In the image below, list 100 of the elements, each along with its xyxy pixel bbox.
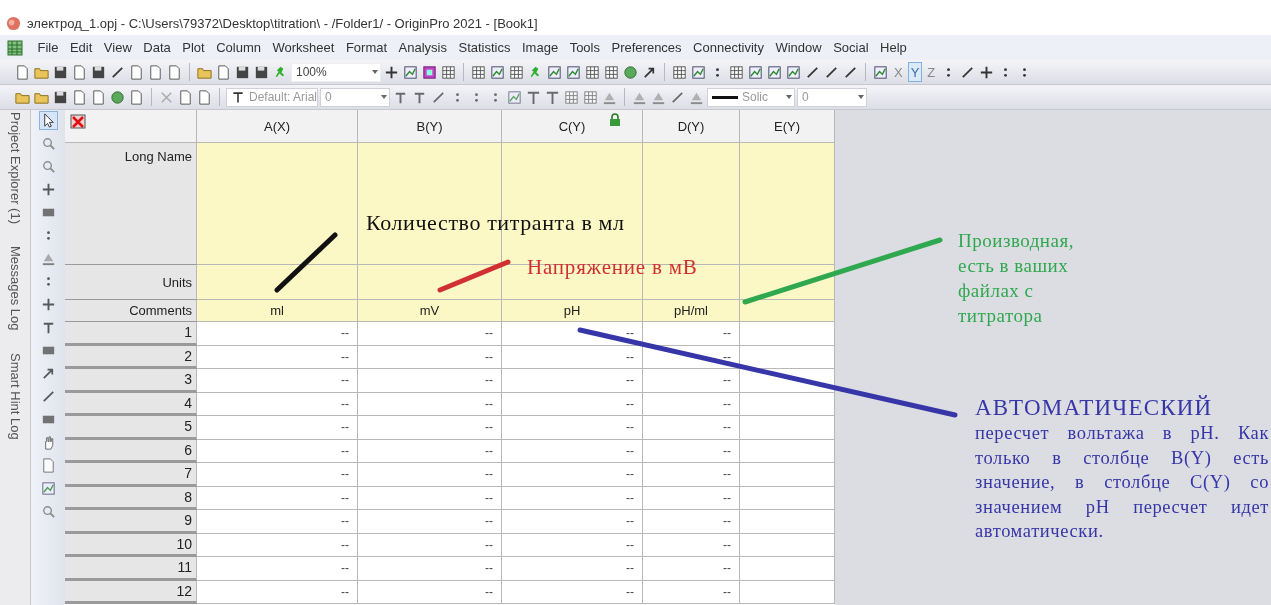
grid-icon[interactable] <box>470 63 487 81</box>
delete-icon[interactable] <box>69 112 87 130</box>
grid-icon[interactable] <box>728 63 745 81</box>
grid-icon[interactable] <box>582 88 599 106</box>
document-icon[interactable] <box>71 63 88 81</box>
column-header[interactable]: B(Y) <box>358 110 502 143</box>
grid-icon[interactable] <box>603 63 620 81</box>
side-tab[interactable]: Smart Hint Log <box>7 352 23 440</box>
zoom-field[interactable]: 100% <box>291 62 381 82</box>
table-cell: pH <box>502 300 643 322</box>
row-number: 4 <box>65 392 197 416</box>
table-cell: -- <box>197 439 358 463</box>
menu-item[interactable]: Worksheet <box>272 40 335 55</box>
chart-icon[interactable] <box>766 63 783 81</box>
annotation-heading: АВТОМАТИЧЕСКИЙ <box>975 394 1214 421</box>
row-number: 8 <box>65 486 197 510</box>
table-cell: -- <box>197 580 358 604</box>
menu-item[interactable]: Window <box>775 40 822 55</box>
globe-icon[interactable] <box>109 88 126 106</box>
menu-item[interactable]: Social <box>833 40 869 55</box>
document-icon[interactable] <box>128 88 145 106</box>
pointer-icon[interactable] <box>39 112 57 129</box>
annotation-text: Производная, есть в ваших файлах с титратора <box>958 229 1075 328</box>
menu-item[interactable]: Analysis <box>398 40 447 55</box>
menu-item[interactable]: Preferences <box>611 40 682 55</box>
document-icon[interactable] <box>166 63 183 81</box>
document-icon[interactable] <box>177 88 194 106</box>
table-cell: -- <box>358 322 502 346</box>
table-cell: -- <box>358 557 502 581</box>
table-cell: -- <box>502 463 643 487</box>
table-cell: -- <box>643 580 740 604</box>
table-cell: -- <box>358 510 502 534</box>
document-icon[interactable] <box>90 88 107 106</box>
menu-item[interactable]: Data <box>143 40 171 55</box>
side-tab[interactable]: Messages Log <box>7 246 23 331</box>
table-cell: -- <box>643 510 740 534</box>
table-cell: -- <box>358 580 502 604</box>
table-cell: -- <box>197 416 358 440</box>
column-header[interactable]: A(X) <box>197 110 358 143</box>
chart-icon[interactable] <box>402 63 419 81</box>
chart-icon[interactable] <box>785 63 802 81</box>
annotation-text: Количество титранта в мл <box>366 210 625 236</box>
row-label: Comments <box>65 300 197 322</box>
table-cell: mV <box>358 300 502 322</box>
table-cell: -- <box>358 486 502 510</box>
table-cell: -- <box>197 345 358 369</box>
row-number: 11 <box>65 557 197 581</box>
row-number: 1 <box>65 322 197 346</box>
menu-item[interactable]: Format <box>345 40 388 55</box>
menu-item[interactable]: Connectivity <box>693 40 764 55</box>
chart-icon[interactable] <box>506 88 523 106</box>
chart-icon[interactable] <box>747 63 764 81</box>
chart-icon[interactable] <box>546 63 563 81</box>
grid-icon[interactable] <box>508 63 525 81</box>
document-icon[interactable] <box>14 63 31 81</box>
document-icon[interactable] <box>196 88 213 106</box>
font-icon[interactable] <box>231 90 245 104</box>
table-cell: -- <box>643 369 740 393</box>
side-tab[interactable]: Project Explorer (1) <box>7 112 23 224</box>
document-icon[interactable] <box>71 88 88 106</box>
table-cell: -- <box>197 510 358 534</box>
table-cell: -- <box>358 533 502 557</box>
table-cell: -- <box>643 392 740 416</box>
document-icon[interactable] <box>215 63 232 81</box>
chart-icon[interactable] <box>565 63 582 81</box>
menu-item[interactable]: Tools <box>569 40 600 55</box>
menu-item[interactable]: Help <box>880 40 907 55</box>
column-header[interactable]: D(Y) <box>643 110 740 143</box>
menu-item[interactable]: Column <box>216 40 261 55</box>
axis-button[interactable]: Y <box>907 62 923 82</box>
grid-icon[interactable] <box>671 63 688 81</box>
grid-icon[interactable] <box>563 88 580 106</box>
row-number: 9 <box>65 510 197 534</box>
table-cell: -- <box>502 369 643 393</box>
table-cell: -- <box>358 392 502 416</box>
chart-icon[interactable] <box>489 63 506 81</box>
chart-icon[interactable] <box>872 63 889 81</box>
menu-item[interactable]: Statistics <box>458 40 511 55</box>
column-header[interactable]: E(Y) <box>740 110 835 143</box>
column-header[interactable]: C(Y) <box>502 110 643 143</box>
menu-item[interactable]: File <box>37 40 59 55</box>
chart-icon[interactable] <box>39 480 57 497</box>
menu-item[interactable]: Plot <box>182 40 205 55</box>
grid-icon[interactable] <box>584 63 601 81</box>
table-cell: -- <box>502 392 643 416</box>
table-cell: -- <box>643 557 740 581</box>
table-cell: -- <box>358 463 502 487</box>
menu-item[interactable]: Image <box>522 40 559 55</box>
window-icon[interactable] <box>421 63 438 81</box>
document-icon[interactable] <box>147 63 164 81</box>
grid-icon[interactable] <box>440 63 457 81</box>
table-cell: -- <box>197 369 358 393</box>
worksheet-icon[interactable] <box>6 38 24 57</box>
table-cell: -- <box>502 580 643 604</box>
menu-item[interactable]: Edit <box>69 40 93 55</box>
globe-icon[interactable] <box>622 63 639 81</box>
menu-item[interactable]: View <box>103 40 132 55</box>
document-icon[interactable] <box>128 63 145 81</box>
table-cell: -- <box>197 463 358 487</box>
chart-icon[interactable] <box>690 63 707 81</box>
